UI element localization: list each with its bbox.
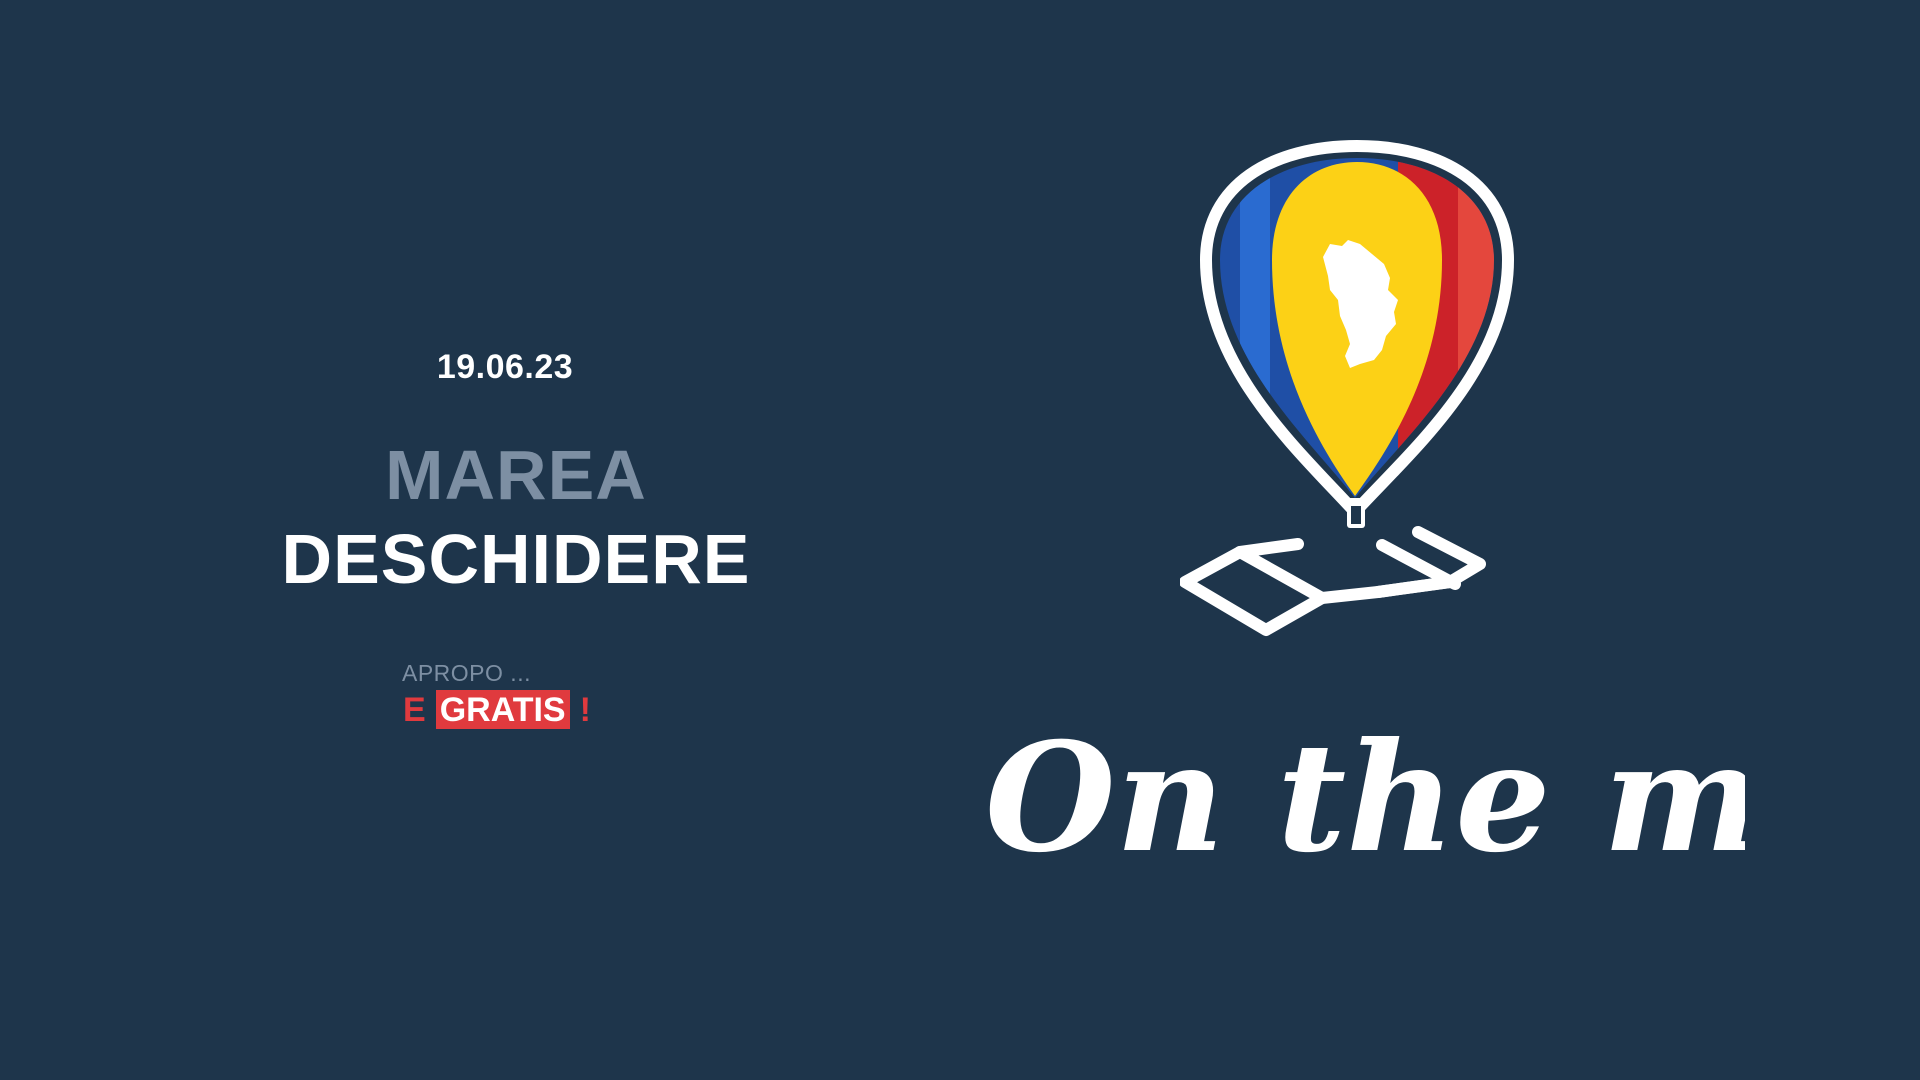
event-info: 19.06.23 MAREA DESCHIDERE APROPO ... E G…	[0, 0, 1030, 1080]
free-prefix: E	[403, 690, 426, 729]
free-suffix: !	[579, 690, 591, 729]
free-badge: E GRATIS !	[403, 690, 591, 729]
brand-tagline: On the map	[985, 710, 1745, 886]
hot-air-balloon-map-pin-icon	[1180, 140, 1514, 636]
folded-map-icon	[1180, 526, 1486, 636]
tagline-text: On the map	[985, 710, 1745, 886]
free-word: GRATIS	[435, 690, 570, 729]
event-title-line2: DESCHIDERE	[281, 520, 751, 598]
event-note: APROPO ...	[402, 660, 531, 686]
event-date: 19.06.23	[436, 348, 574, 386]
event-title-line1: MAREA	[385, 436, 647, 514]
